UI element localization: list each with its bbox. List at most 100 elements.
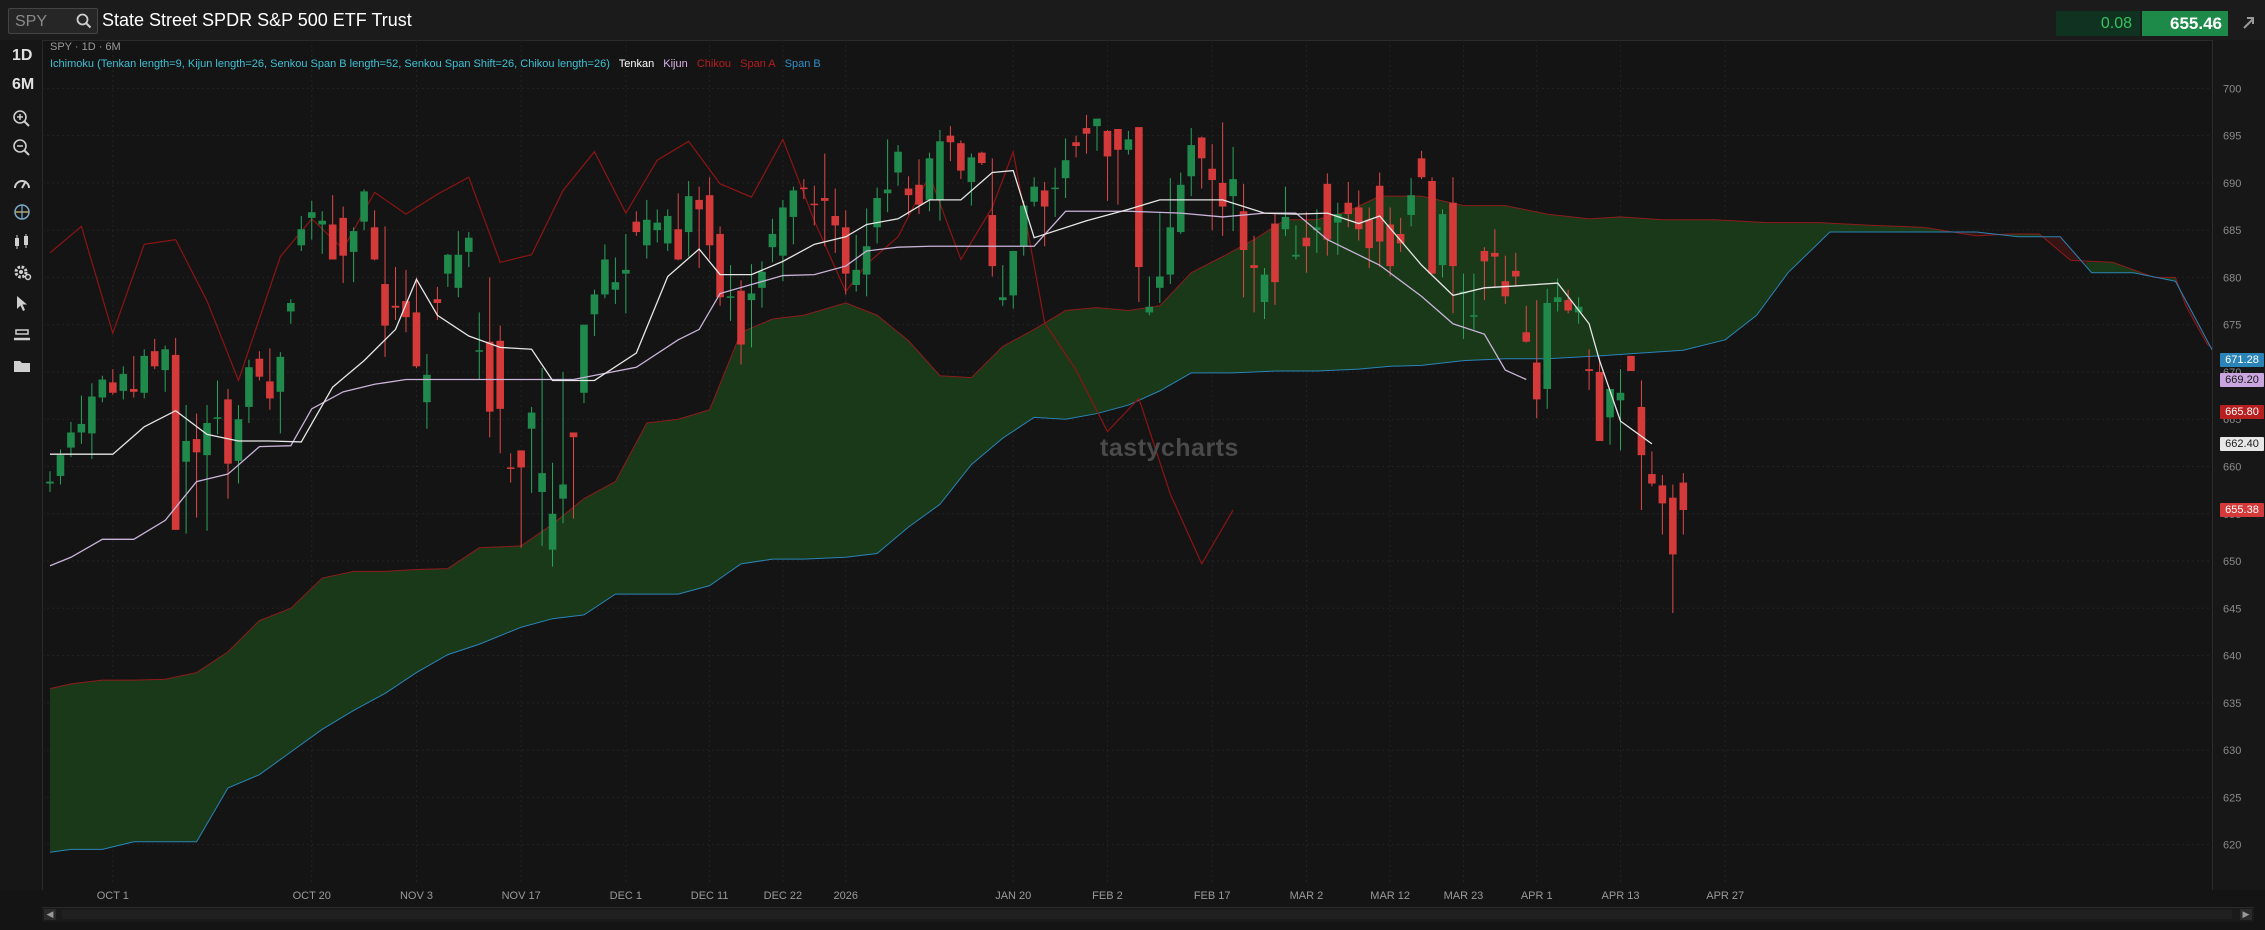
candle: [601, 259, 609, 295]
candle: [632, 221, 641, 233]
price-tick-label: 635: [2223, 698, 2241, 710]
candle: [1501, 281, 1510, 297]
candle: [370, 227, 379, 260]
range-button[interactable]: 6M: [12, 76, 34, 94]
candle: [925, 158, 934, 200]
candle: [412, 312, 421, 367]
scroll-right-button[interactable]: ▶: [2240, 909, 2252, 920]
cursor-icon[interactable]: [12, 293, 32, 313]
scroll-thumb[interactable]: [62, 910, 2232, 919]
zoom-out-icon[interactable]: [12, 138, 32, 158]
legend-span-b: Span B: [784, 58, 821, 70]
study-name[interactable]: Ichimoku (Tenkan length=9, Kijun length=…: [50, 58, 610, 70]
time-tick-label: MAR 23: [1444, 890, 1484, 902]
candle: [1187, 145, 1196, 177]
candle: [1051, 187, 1059, 190]
candle: [1480, 250, 1489, 262]
candle: [779, 207, 787, 256]
candle: [1302, 237, 1311, 247]
folder-icon[interactable]: [12, 356, 32, 376]
candle: [1470, 315, 1478, 317]
candle: [1072, 142, 1080, 147]
price-badge: 662.40: [2220, 436, 2264, 451]
candle: [1176, 184, 1185, 233]
indicators-icon[interactable]: [12, 174, 32, 194]
time-tick-label: OCT 20: [293, 890, 331, 902]
candle: [1124, 139, 1133, 150]
candle: [129, 388, 138, 392]
candle: [465, 237, 473, 252]
candle: [1543, 302, 1552, 389]
price-tick-label: 620: [2223, 840, 2241, 852]
candle: [548, 513, 557, 550]
horizontal-scrollbar[interactable]: ◀ ▶: [42, 907, 2254, 922]
candle: [559, 484, 567, 499]
candle: [266, 381, 274, 399]
price-tick-label: 685: [2223, 225, 2241, 237]
candle: [182, 440, 190, 462]
price-badge: 655.38: [2220, 503, 2264, 518]
candle: [297, 229, 306, 246]
symbol-text[interactable]: SPY: [15, 13, 47, 31]
time-tick-label: MAR 2: [1290, 890, 1324, 902]
price-tick-label: 680: [2223, 272, 2241, 284]
search-icon[interactable]: [75, 12, 93, 30]
candle: [213, 417, 222, 419]
candle: [726, 296, 735, 298]
price-change: 0.08: [2056, 11, 2140, 36]
settings-icon[interactable]: [12, 262, 32, 282]
candle: [192, 439, 201, 453]
candle: [1354, 207, 1363, 230]
candle: [56, 455, 65, 476]
expand-icon[interactable]: [2238, 12, 2258, 34]
time-tick-label: APR 13: [1602, 890, 1640, 902]
price-badge: 665.80: [2220, 404, 2264, 419]
top-bar: SPY State Street SPDR S&P 500 ETF Trust …: [0, 0, 2265, 41]
candle: [1229, 179, 1237, 197]
price-tick-label: 645: [2223, 603, 2241, 615]
candle: [622, 269, 630, 274]
time-tick-label: FEB 2: [1092, 890, 1123, 902]
candle: [1679, 482, 1688, 510]
candle: [915, 184, 923, 205]
candle: [1585, 369, 1593, 372]
symbol-search-input[interactable]: SPY: [8, 8, 98, 34]
candle: [1208, 168, 1216, 181]
candle: [758, 271, 766, 288]
price-tick-label: 660: [2223, 462, 2241, 474]
price-axis[interactable]: 6206256306356406456506556606656706756806…: [2212, 40, 2265, 890]
time-axis[interactable]: OCT 1 OCT 20 NOV 3 NOV 17 DEC 1 DEC 11 DEC 22 2…: [42, 885, 2212, 905]
layers-icon[interactable]: [12, 325, 32, 345]
price-tick-label: 625: [2223, 792, 2241, 804]
candle: [119, 373, 128, 391]
candle: [1606, 388, 1614, 418]
candle: [988, 215, 997, 267]
candle: [590, 294, 599, 315]
candle: [904, 188, 913, 196]
time-axis-labels: OCT 1 OCT 20 NOV 3 NOV 17 DEC 1 DEC 11 DEC 22 2…: [97, 890, 1744, 902]
interval-button[interactable]: 1D: [12, 47, 32, 65]
candle: [1218, 182, 1227, 207]
last-price: 655.46: [2142, 11, 2228, 36]
candle: [1082, 128, 1091, 134]
zoom-in-icon[interactable]: [12, 109, 32, 129]
candle: [716, 233, 724, 298]
candle: [1114, 129, 1122, 150]
candle: [1658, 485, 1667, 504]
candle: [695, 199, 703, 210]
candle: [1239, 211, 1248, 251]
candle: [454, 254, 463, 288]
candle: [998, 297, 1007, 301]
candle: [705, 195, 714, 246]
candle: [527, 412, 536, 429]
chart-type-icon[interactable]: [12, 232, 32, 252]
candle: [391, 305, 400, 308]
study-legend[interactable]: Ichimoku (Tenkan length=9, Kijun length=…: [50, 58, 827, 70]
price-tick-label: 650: [2223, 556, 2241, 568]
candle: [203, 423, 211, 456]
scroll-left-button[interactable]: ◀: [44, 909, 56, 920]
time-tick-label: MAR 12: [1370, 890, 1410, 902]
candle: [1145, 306, 1154, 313]
drawing-tools-icon[interactable]: [12, 202, 32, 222]
candle: [88, 396, 96, 434]
